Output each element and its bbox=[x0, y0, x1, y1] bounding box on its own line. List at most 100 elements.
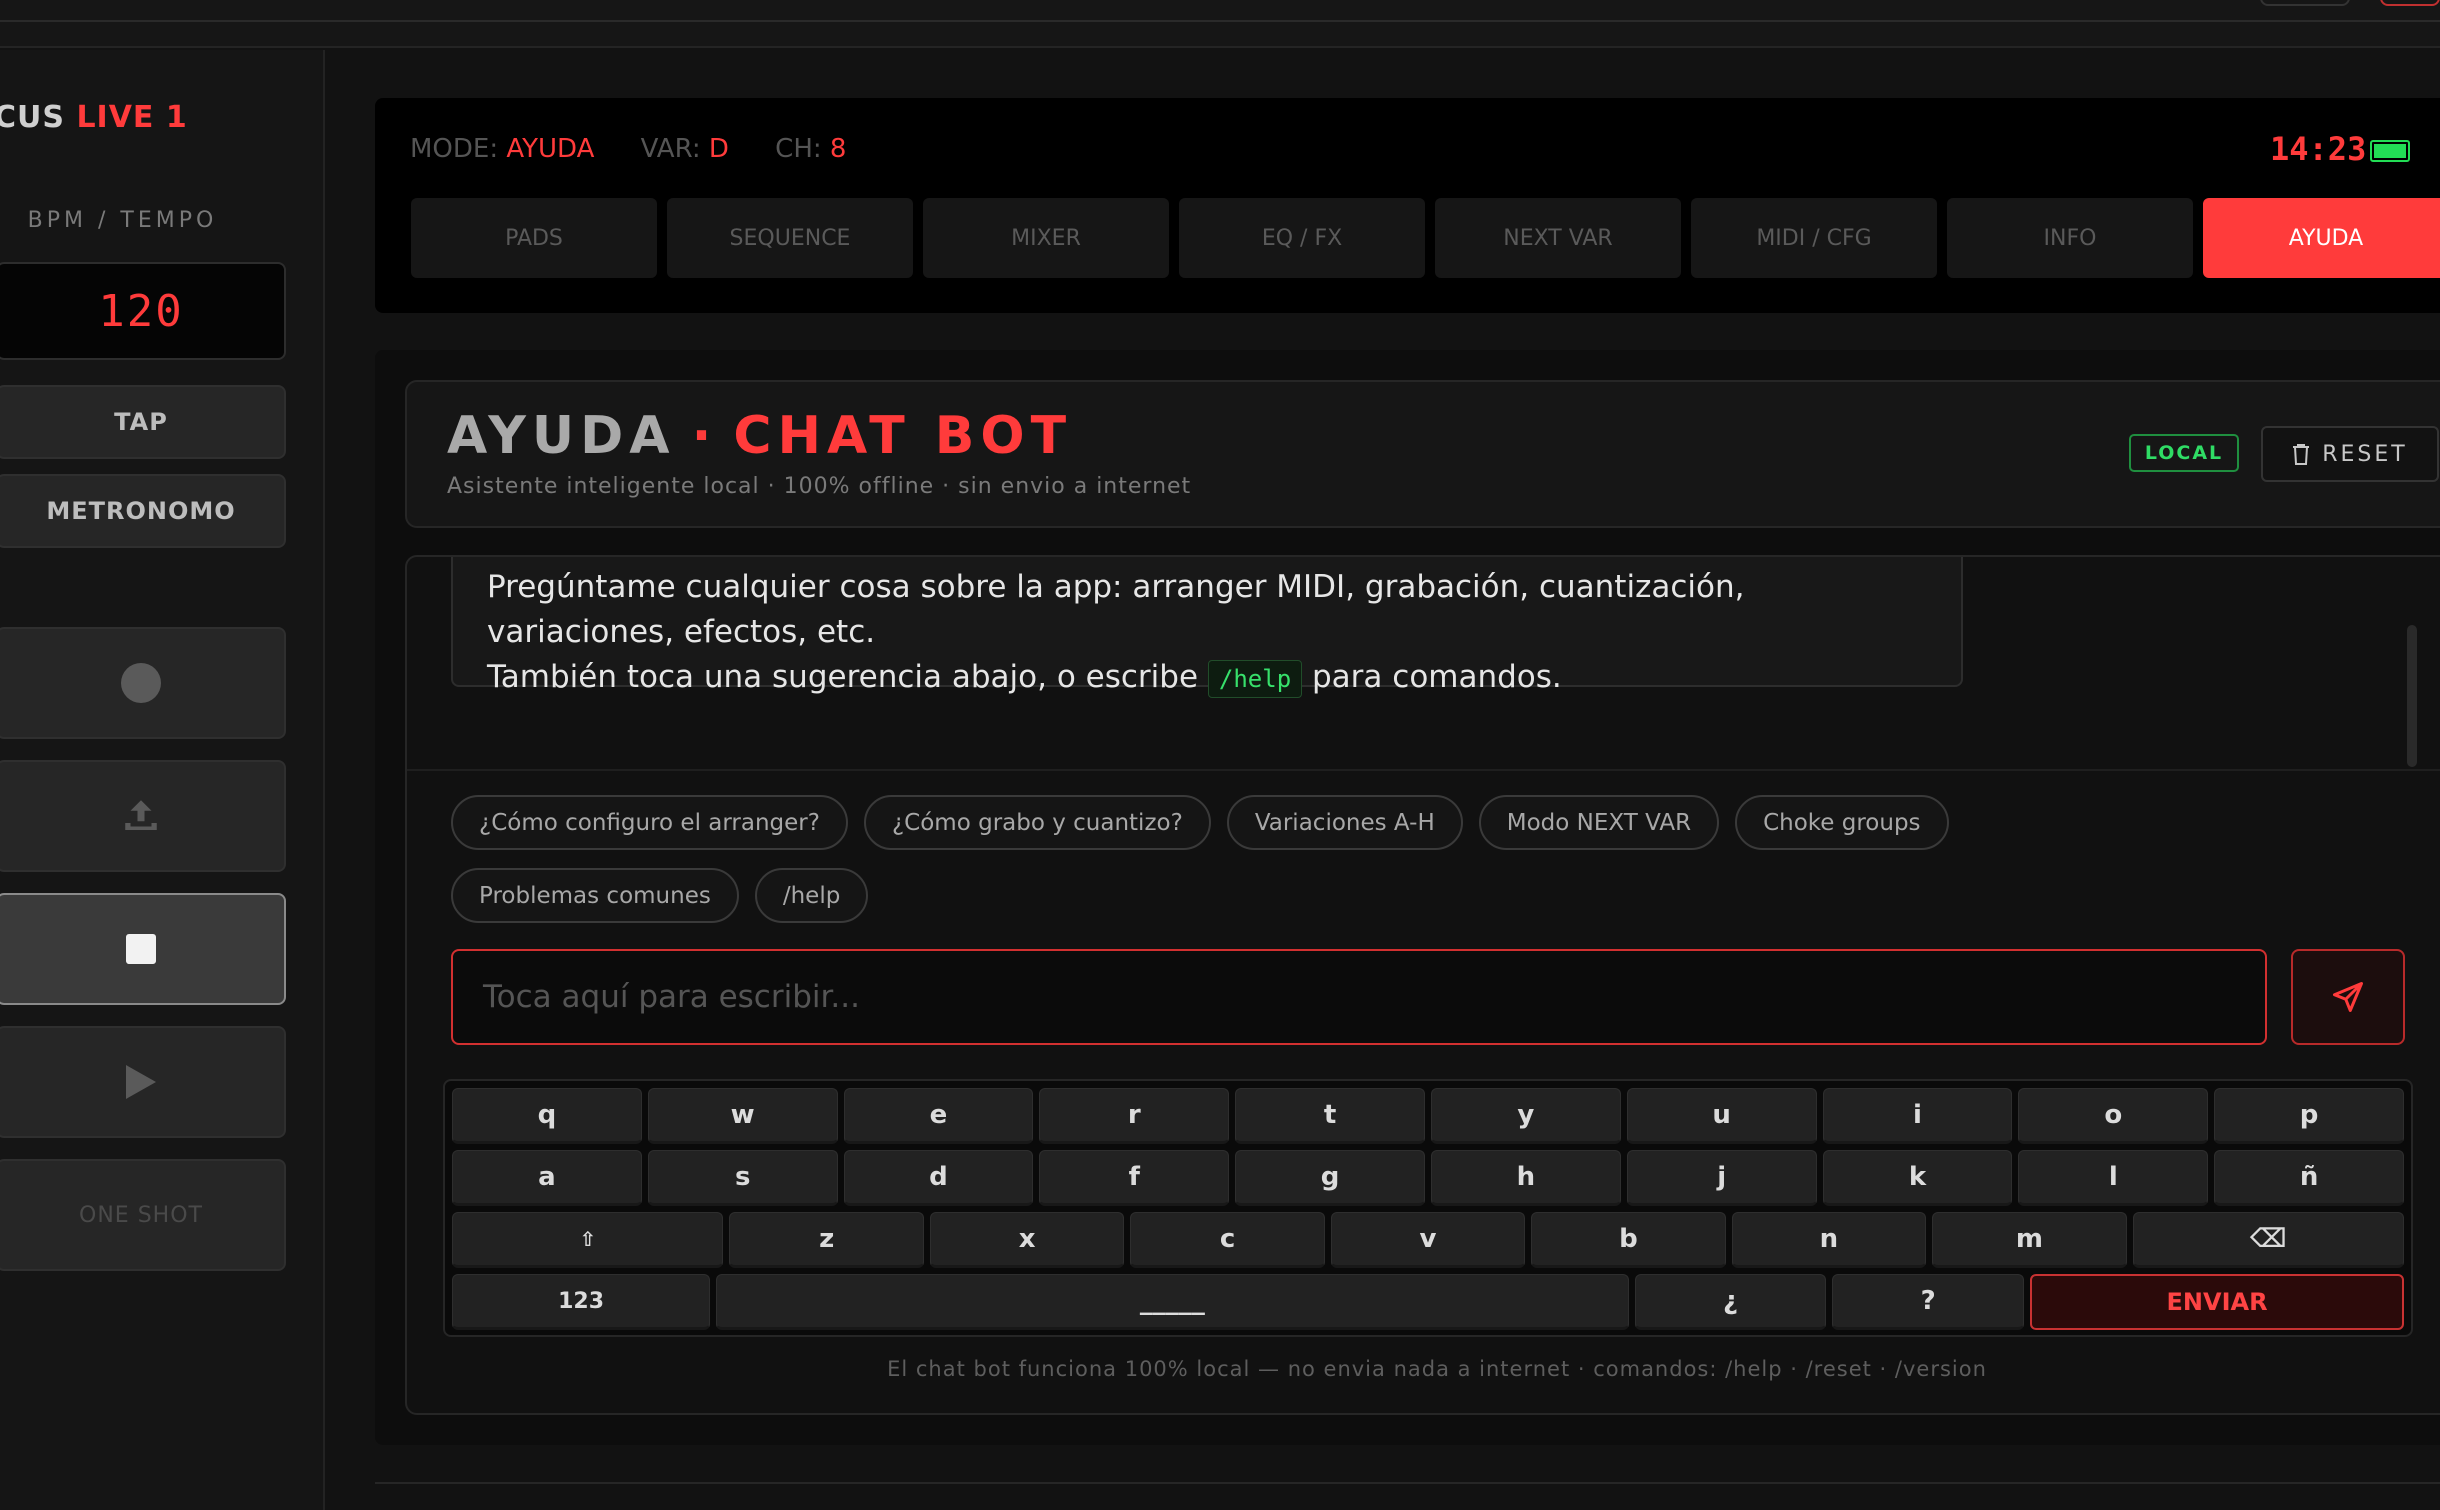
key[interactable]: t bbox=[1235, 1088, 1425, 1144]
record-icon bbox=[121, 663, 161, 703]
key[interactable]: d bbox=[843, 1150, 1034, 1206]
key[interactable]: x bbox=[929, 1212, 1125, 1268]
key[interactable]: m bbox=[1932, 1212, 2127, 1268]
suggestion-chip[interactable]: Problemas comunes bbox=[451, 868, 739, 923]
one-shot-button[interactable]: ONE SHOT bbox=[0, 1159, 286, 1271]
help-panel: AYUDA · CHAT BOT Asistente inteligente loc… bbox=[375, 350, 2440, 1445]
onscreen-keyboard: q w e r t y u i o p a s d f g h j k l ñ … bbox=[443, 1079, 2413, 1337]
metronome-button[interactable]: METRONOMO bbox=[0, 474, 286, 548]
key[interactable]: s bbox=[647, 1150, 838, 1206]
shift-key[interactable]: ⇧ bbox=[452, 1212, 724, 1268]
bpm-label: BPM / TEMPO bbox=[27, 208, 218, 233]
window-top-strip bbox=[0, 0, 2440, 48]
space-key[interactable]: _____ bbox=[716, 1274, 1629, 1330]
key[interactable]: l bbox=[2018, 1150, 2209, 1206]
key[interactable]: ¿ bbox=[1634, 1274, 1827, 1330]
record-button[interactable] bbox=[0, 627, 286, 739]
chat-input[interactable]: Toca aquí para escribir... bbox=[451, 949, 2267, 1045]
export-button[interactable] bbox=[0, 760, 286, 872]
reset-button[interactable]: RESET bbox=[2261, 426, 2439, 482]
keyboard-row: q w e r t y u i o p bbox=[452, 1088, 2404, 1144]
tab-eq-fx[interactable]: EQ / FX bbox=[1179, 198, 1425, 278]
key[interactable]: v bbox=[1330, 1212, 1526, 1268]
title-separator: · bbox=[691, 406, 718, 466]
enviar-key[interactable]: ENVIAR bbox=[2030, 1274, 2404, 1330]
tab-next-var[interactable]: NEXT VAR bbox=[1435, 198, 1681, 278]
tab-sequence[interactable]: SEQUENCE bbox=[667, 198, 913, 278]
page-subtitle: Asistente inteligente local · 100% offli… bbox=[447, 474, 1192, 499]
key[interactable]: r bbox=[1039, 1088, 1230, 1144]
ch-label: CH: bbox=[775, 134, 822, 164]
suggestion-chip[interactable]: /help bbox=[754, 868, 869, 923]
key[interactable]: k bbox=[1822, 1150, 2013, 1206]
key[interactable]: j bbox=[1626, 1150, 1817, 1206]
top-button-accent[interactable] bbox=[2380, 0, 2440, 6]
battery-icon bbox=[2370, 140, 2410, 162]
tab-ayuda[interactable]: AYUDA bbox=[2203, 198, 2440, 278]
chat-scrollbar[interactable] bbox=[2407, 625, 2417, 767]
key[interactable]: e bbox=[843, 1088, 1034, 1144]
tap-button[interactable]: TAP bbox=[0, 385, 286, 459]
bpm-display[interactable]: 120 bbox=[0, 262, 286, 360]
key[interactable]: ? bbox=[1832, 1274, 2025, 1330]
suggestion-chip[interactable]: Modo NEXT VAR bbox=[1478, 795, 1720, 850]
backspace-key[interactable]: ⌫ bbox=[2132, 1212, 2405, 1268]
key[interactable]: b bbox=[1531, 1212, 1726, 1268]
numbers-key[interactable]: 123 bbox=[452, 1274, 711, 1330]
suggestion-chip[interactable]: ¿Cómo grabo y cuantizo? bbox=[863, 795, 1211, 850]
suggestion-chip[interactable]: ¿Cómo configuro el arranger? bbox=[451, 795, 848, 850]
key[interactable]: n bbox=[1731, 1212, 1927, 1268]
divider bbox=[407, 769, 2440, 771]
key[interactable]: g bbox=[1235, 1150, 1425, 1206]
brand-logo: CUS LIVE 1 bbox=[0, 100, 188, 135]
key[interactable]: a bbox=[452, 1150, 642, 1206]
key[interactable]: c bbox=[1130, 1212, 1325, 1268]
suggestion-chip[interactable]: Variaciones A-H bbox=[1226, 795, 1463, 850]
keyboard-row: ⇧ z x c v b n m ⌫ bbox=[452, 1212, 2405, 1268]
key[interactable]: ñ bbox=[2214, 1150, 2404, 1206]
tab-info[interactable]: INFO bbox=[1947, 198, 2193, 278]
local-badge: LOCAL bbox=[2129, 434, 2239, 472]
suggestion-chips: ¿Cómo configuro el arranger? ¿Cómo grabo… bbox=[451, 795, 2151, 923]
var-label: VAR: bbox=[640, 134, 701, 164]
footnote: El chat bot funciona 100% local — no env… bbox=[887, 1357, 1987, 1381]
key[interactable]: o bbox=[2018, 1088, 2209, 1144]
key[interactable]: z bbox=[729, 1212, 924, 1268]
var-value: D bbox=[708, 134, 729, 164]
brand-highlight: LIVE 1 bbox=[76, 100, 188, 135]
keyboard-row: a s d f g h j k l ñ bbox=[452, 1150, 2404, 1206]
suggestion-chip[interactable]: Choke groups bbox=[1735, 795, 1949, 850]
page-title: AYUDA · CHAT BOT bbox=[447, 406, 1072, 466]
tab-midi-cfg[interactable]: MIDI / CFG bbox=[1691, 198, 1937, 278]
key[interactable]: p bbox=[2214, 1088, 2404, 1144]
key[interactable]: u bbox=[1626, 1088, 1817, 1144]
key[interactable]: f bbox=[1039, 1150, 1230, 1206]
status-line: MODE: AYUDA VAR: D CH: 8 bbox=[410, 134, 884, 164]
message-line: variaciones, efectos, etc. bbox=[487, 614, 876, 650]
brand-prefix: CUS bbox=[0, 100, 65, 135]
tab-bar: PADS SEQUENCE MIXER EQ / FX NEXT VAR MID… bbox=[411, 198, 2440, 278]
ch-value: 8 bbox=[829, 134, 847, 164]
message-line: Pregúntame cualquier cosa sobre la app: … bbox=[487, 569, 1745, 605]
play-button[interactable] bbox=[0, 1026, 286, 1138]
send-button[interactable] bbox=[2291, 949, 2405, 1045]
tab-pads[interactable]: PADS bbox=[411, 198, 657, 278]
top-button[interactable] bbox=[2260, 0, 2350, 6]
mode-label: MODE: bbox=[410, 134, 499, 164]
key[interactable]: h bbox=[1430, 1150, 1621, 1206]
reset-label: RESET bbox=[2322, 441, 2408, 467]
title-accent: CHAT BOT bbox=[733, 406, 1073, 466]
bot-message: Pregúntame cualquier cosa sobre la app: … bbox=[451, 557, 1963, 698]
key[interactable]: w bbox=[647, 1088, 838, 1144]
key[interactable]: q bbox=[452, 1088, 642, 1144]
panel-bottom-edge bbox=[375, 1482, 2440, 1510]
message-line: También toca una sugerencia abajo, o esc… bbox=[487, 655, 1927, 700]
key[interactable]: i bbox=[1822, 1088, 2013, 1144]
key[interactable]: y bbox=[1430, 1088, 1621, 1144]
chat-header: AYUDA · CHAT BOT Asistente inteligente loc… bbox=[405, 380, 2440, 528]
play-icon bbox=[126, 1065, 156, 1099]
keyboard-row: 123 _____ ¿ ? ENVIAR bbox=[452, 1274, 2404, 1330]
mode-value: AYUDA bbox=[506, 134, 595, 164]
stop-button[interactable] bbox=[0, 893, 286, 1005]
tab-mixer[interactable]: MIXER bbox=[923, 198, 1169, 278]
